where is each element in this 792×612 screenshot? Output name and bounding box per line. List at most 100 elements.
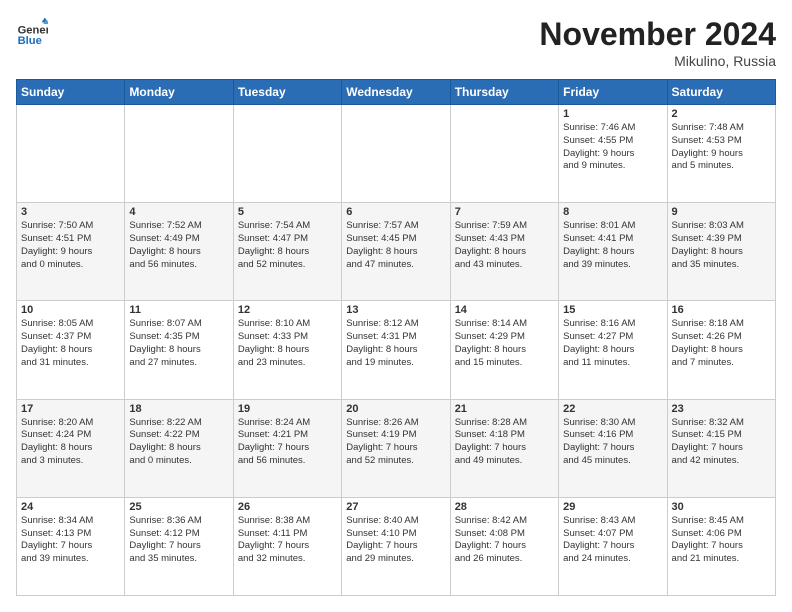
calendar-cell-w5-d7: 30 Sunrise: 8:45 AMSunset: 4:06 PMDayligh… <box>667 497 775 595</box>
calendar-cell-w4-d6: 22 Sunrise: 8:30 AMSunset: 4:16 PMDayligh… <box>559 399 667 497</box>
month-title: November 2024 <box>539 16 776 53</box>
day-number: 20 <box>346 403 445 415</box>
calendar-cell-w2-d3: 5Sunrise: 7:54 AMSunset: 4:47 PMDaylight… <box>233 203 341 301</box>
day-number: 8 <box>563 206 662 218</box>
calendar-cell-w4-d5: 21Sunrise: 8:28 AMSunset: 4:18 PMDayligh… <box>450 399 558 497</box>
day-info: Sunrise: 7:59 AMSunset: 4:43 PMDaylight:… <box>455 220 554 271</box>
calendar-cell-w1-d2 <box>125 105 233 203</box>
day-info: Sunrise: 8:30 AMSunset: 4:16 PMDaylight:… <box>563 417 662 468</box>
day-info: Sunrise: 8:03 AMSunset: 4:39 PMDaylight:… <box>672 220 771 271</box>
calendar-cell-w3-d6: 15 Sunrise: 8:16 AMSunset: 4:27 PMDayligh… <box>559 301 667 399</box>
calendar-cell-w5-d4: 27Sunrise: 8:40 AMSunset: 4:10 PMDayligh… <box>342 497 450 595</box>
day-info: Sunrise: 8:40 AMSunset: 4:10 PMDaylight:… <box>346 515 445 566</box>
day-number: 19 <box>238 403 337 415</box>
header-monday: Monday <box>125 80 233 105</box>
day-number: 3 <box>21 206 120 218</box>
header: General Blue November 2024 Mikulino, Rus… <box>16 16 776 69</box>
calendar-cell-w2-d5: 7 Sunrise: 7:59 AMSunset: 4:43 PMDaylight… <box>450 203 558 301</box>
calendar-cell-w3-d5: 14Sunrise: 8:14 AMSunset: 4:29 PMDayligh… <box>450 301 558 399</box>
day-info: Sunrise: 7:48 AMSunset: 4:53 PMDaylight:… <box>672 122 771 173</box>
day-number: 24 <box>21 501 120 513</box>
day-number: 2 <box>672 108 771 120</box>
day-info: Sunrise: 8:22 AMSunset: 4:22 PMDaylight:… <box>129 417 228 468</box>
calendar-cell-w2-d2: 4 Sunrise: 7:52 AMSunset: 4:49 PMDaylight… <box>125 203 233 301</box>
day-number: 13 <box>346 304 445 316</box>
calendar-cell-w5-d6: 29 Sunrise: 8:43 AMSunset: 4:07 PMDayligh… <box>559 497 667 595</box>
svg-text:Blue: Blue <box>18 35 42 47</box>
day-info: Sunrise: 8:07 AMSunset: 4:35 PMDaylight:… <box>129 318 228 369</box>
calendar-header-row: Sunday Monday Tuesday Wednesday Thursday… <box>17 80 776 105</box>
day-number: 9 <box>672 206 771 218</box>
header-friday: Friday <box>559 80 667 105</box>
calendar-cell-w5-d1: 24 Sunrise: 8:34 AMSunset: 4:13 PMDayligh… <box>17 497 125 595</box>
day-number: 15 <box>563 304 662 316</box>
day-info: Sunrise: 8:43 AMSunset: 4:07 PMDaylight:… <box>563 515 662 566</box>
calendar-cell-w1-d7: 2 Sunrise: 7:48 AMSunset: 4:53 PMDaylight… <box>667 105 775 203</box>
day-info: Sunrise: 7:46 AMSunset: 4:55 PMDaylight:… <box>563 122 662 173</box>
calendar-table: Sunday Monday Tuesday Wednesday Thursday… <box>16 79 776 596</box>
day-info: Sunrise: 8:18 AMSunset: 4:26 PMDaylight:… <box>672 318 771 369</box>
calendar-cell-w1-d6: 1 Sunrise: 7:46 AMSunset: 4:55 PMDaylight… <box>559 105 667 203</box>
calendar-cell-w5-d5: 28 Sunrise: 8:42 AMSunset: 4:08 PMDayligh… <box>450 497 558 595</box>
header-tuesday: Tuesday <box>233 80 341 105</box>
day-info: Sunrise: 8:45 AMSunset: 4:06 PMDaylight:… <box>672 515 771 566</box>
day-number: 14 <box>455 304 554 316</box>
day-info: Sunrise: 7:54 AMSunset: 4:47 PMDaylight:… <box>238 220 337 271</box>
calendar-cell-w4-d2: 18 Sunrise: 8:22 AMSunset: 4:22 PMDayligh… <box>125 399 233 497</box>
day-info: Sunrise: 8:01 AMSunset: 4:41 PMDaylight:… <box>563 220 662 271</box>
calendar-cell-w1-d1 <box>17 105 125 203</box>
day-number: 21 <box>455 403 554 415</box>
logo: General Blue <box>16 16 48 48</box>
calendar-cell-w1-d3 <box>233 105 341 203</box>
day-info: Sunrise: 8:38 AMSunset: 4:11 PMDaylight:… <box>238 515 337 566</box>
header-wednesday: Wednesday <box>342 80 450 105</box>
day-number: 1 <box>563 108 662 120</box>
title-block: November 2024 Mikulino, Russia <box>539 16 776 69</box>
calendar-week-4: 17 Sunrise: 8:20 AMSunset: 4:24 PMDayligh… <box>17 399 776 497</box>
calendar-cell-w3-d4: 13 Sunrise: 8:12 AMSunset: 4:31 PMDayligh… <box>342 301 450 399</box>
header-sunday: Sunday <box>17 80 125 105</box>
day-info: Sunrise: 8:34 AMSunset: 4:13 PMDaylight:… <box>21 515 120 566</box>
day-info: Sunrise: 7:50 AMSunset: 4:51 PMDaylight:… <box>21 220 120 271</box>
day-info: Sunrise: 8:24 AMSunset: 4:21 PMDaylight:… <box>238 417 337 468</box>
day-info: Sunrise: 8:42 AMSunset: 4:08 PMDaylight:… <box>455 515 554 566</box>
day-info: Sunrise: 8:32 AMSunset: 4:15 PMDaylight:… <box>672 417 771 468</box>
calendar-cell-w4-d4: 20Sunrise: 8:26 AMSunset: 4:19 PMDayligh… <box>342 399 450 497</box>
day-info: Sunrise: 8:16 AMSunset: 4:27 PMDaylight:… <box>563 318 662 369</box>
day-info: Sunrise: 8:20 AMSunset: 4:24 PMDaylight:… <box>21 417 120 468</box>
logo-icon: General Blue <box>16 16 48 48</box>
day-number: 29 <box>563 501 662 513</box>
calendar-week-5: 24 Sunrise: 8:34 AMSunset: 4:13 PMDayligh… <box>17 497 776 595</box>
day-number: 4 <box>129 206 228 218</box>
day-number: 11 <box>129 304 228 316</box>
calendar-week-1: 1 Sunrise: 7:46 AMSunset: 4:55 PMDaylight… <box>17 105 776 203</box>
day-info: Sunrise: 8:05 AMSunset: 4:37 PMDaylight:… <box>21 318 120 369</box>
day-info: Sunrise: 8:12 AMSunset: 4:31 PMDaylight:… <box>346 318 445 369</box>
header-thursday: Thursday <box>450 80 558 105</box>
calendar-cell-w3-d2: 11 Sunrise: 8:07 AMSunset: 4:35 PMDayligh… <box>125 301 233 399</box>
day-number: 22 <box>563 403 662 415</box>
day-info: Sunrise: 7:57 AMSunset: 4:45 PMDaylight:… <box>346 220 445 271</box>
day-number: 7 <box>455 206 554 218</box>
day-number: 28 <box>455 501 554 513</box>
calendar-cell-w3-d3: 12Sunrise: 8:10 AMSunset: 4:33 PMDayligh… <box>233 301 341 399</box>
calendar-cell-w4-d1: 17 Sunrise: 8:20 AMSunset: 4:24 PMDayligh… <box>17 399 125 497</box>
day-info: Sunrise: 7:52 AMSunset: 4:49 PMDaylight:… <box>129 220 228 271</box>
calendar-cell-w4-d3: 19 Sunrise: 8:24 AMSunset: 4:21 PMDayligh… <box>233 399 341 497</box>
page: General Blue November 2024 Mikulino, Rus… <box>0 0 792 612</box>
day-number: 18 <box>129 403 228 415</box>
day-number: 25 <box>129 501 228 513</box>
day-number: 17 <box>21 403 120 415</box>
day-number: 16 <box>672 304 771 316</box>
calendar-cell-w3-d7: 16 Sunrise: 8:18 AMSunset: 4:26 PMDayligh… <box>667 301 775 399</box>
calendar-cell-w3-d1: 10Sunrise: 8:05 AMSunset: 4:37 PMDayligh… <box>17 301 125 399</box>
calendar-week-3: 10Sunrise: 8:05 AMSunset: 4:37 PMDayligh… <box>17 301 776 399</box>
header-saturday: Saturday <box>667 80 775 105</box>
calendar-cell-w1-d5 <box>450 105 558 203</box>
day-number: 6 <box>346 206 445 218</box>
calendar-cell-w2-d6: 8 Sunrise: 8:01 AMSunset: 4:41 PMDaylight… <box>559 203 667 301</box>
day-number: 23 <box>672 403 771 415</box>
calendar-cell-w1-d4 <box>342 105 450 203</box>
day-info: Sunrise: 8:36 AMSunset: 4:12 PMDaylight:… <box>129 515 228 566</box>
day-number: 30 <box>672 501 771 513</box>
